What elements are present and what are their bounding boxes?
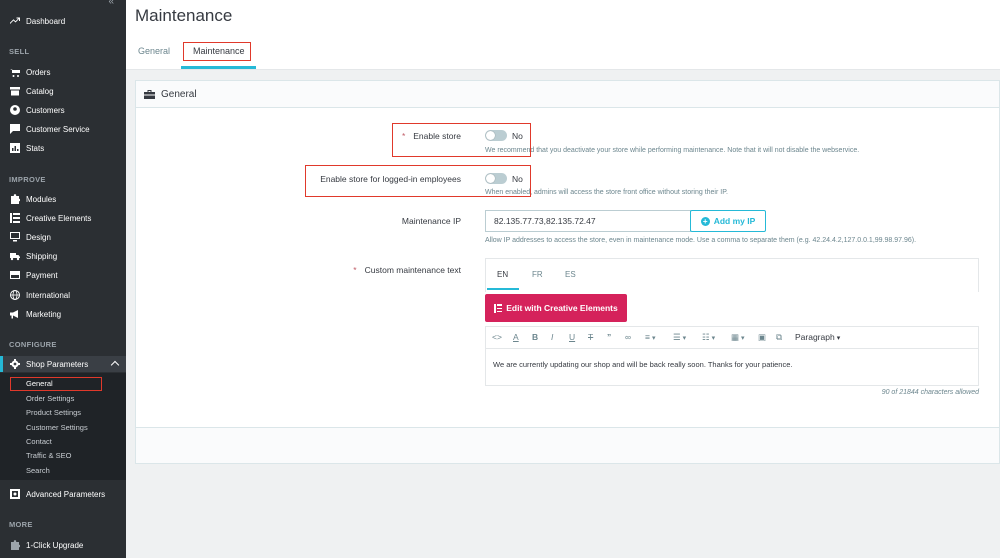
highlight-enable-employees: [305, 165, 531, 197]
highlight-enable-store: [392, 123, 531, 157]
align-icon[interactable]: ≡: [645, 332, 655, 342]
card-footer: [136, 427, 999, 463]
tab-general[interactable]: General: [138, 46, 170, 56]
language-tabs: [485, 258, 979, 292]
submenu-item-order-settings[interactable]: Order Settings: [26, 394, 74, 403]
trending-icon: [9, 16, 20, 27]
section-sell: SELL: [9, 47, 30, 56]
collapse-icon[interactable]: «: [108, 0, 114, 7]
section-improve: IMPROVE: [9, 175, 46, 184]
plus-circle-icon: +: [700, 216, 710, 226]
active-lang-indicator: [487, 288, 519, 290]
sidebar-item-marketing[interactable]: Marketing: [0, 306, 126, 322]
submenu-item-traffic-seo[interactable]: Traffic & SEO: [26, 451, 71, 460]
sidebar-item-one-click-upgrade[interactable]: 1-Click Upgrade: [0, 537, 126, 553]
store-icon: [9, 86, 20, 97]
text-color-icon[interactable]: A: [513, 332, 519, 342]
bullet-list-icon[interactable]: ☰: [673, 332, 686, 343]
sidebar: « Dashboard SELL Orders Catalog Customer…: [0, 0, 126, 558]
card-header: General: [136, 81, 999, 108]
sidebar-item-customer-service[interactable]: Customer Service: [0, 121, 126, 137]
puzzle-icon: [9, 194, 20, 205]
creative-elements-icon: [9, 213, 20, 224]
sidebar-item-dashboard[interactable]: Dashboard: [0, 13, 126, 29]
image-icon[interactable]: ▣: [758, 332, 766, 343]
account-icon: [9, 105, 20, 116]
creative-elements-icon: [494, 303, 503, 313]
table-icon[interactable]: ▦: [731, 332, 745, 343]
underline-icon[interactable]: U: [569, 332, 575, 342]
sidebar-item-modules[interactable]: Modules: [0, 191, 126, 207]
submenu-item-customer-settings[interactable]: Customer Settings: [26, 423, 88, 432]
cart-icon: [9, 67, 20, 78]
truck-icon: [9, 251, 20, 262]
italic-icon[interactable]: I: [551, 332, 553, 342]
enable-store-help: We recommend that you deactivate your st…: [485, 147, 860, 154]
gear-icon: [9, 359, 20, 370]
sidebar-item-shipping[interactable]: Shipping: [0, 248, 126, 264]
bold-icon[interactable]: B: [532, 332, 538, 342]
maintenance-ip-help: Allow IP addresses to access the store, …: [485, 237, 917, 244]
rich-text-editor[interactable]: <> A B I U T ” ∞ ≡ ☰ ☷ ▦ ▣ ⧉ Paragraph W…: [485, 326, 979, 386]
megaphone-icon: [9, 309, 20, 320]
sidebar-item-international[interactable]: International: [0, 287, 126, 303]
sidebar-item-stats[interactable]: Stats: [0, 140, 126, 156]
puzzle-icon: [9, 540, 20, 551]
source-code-icon[interactable]: <>: [492, 332, 502, 342]
blockquote-icon[interactable]: ”: [607, 332, 611, 342]
maintenance-ip-label: Maintenance IP: [401, 216, 461, 226]
highlight-maintenance-tab: [183, 42, 251, 61]
required-mark: *: [353, 265, 357, 275]
strikethrough-icon[interactable]: T: [588, 332, 593, 342]
edit-with-creative-elements-button[interactable]: Edit with Creative Elements: [485, 294, 627, 322]
media-icon[interactable]: ⧉: [776, 332, 782, 343]
lang-tab-en[interactable]: EN: [497, 270, 508, 279]
page-title: Maintenance: [135, 6, 233, 25]
submenu-item-contact[interactable]: Contact: [26, 437, 52, 446]
section-more: MORE: [9, 520, 33, 529]
highlight-general-submenu: [10, 377, 102, 391]
lang-tab-fr[interactable]: FR: [532, 270, 543, 279]
sidebar-item-advanced-parameters[interactable]: Advanced Parameters: [0, 486, 126, 502]
chevron-up-icon[interactable]: [110, 360, 120, 370]
card-title: General: [161, 89, 197, 100]
page-header: Maintenance General Maintenance: [126, 0, 1000, 70]
briefcase-icon: [144, 90, 155, 99]
sidebar-item-design[interactable]: Design: [0, 229, 126, 245]
lang-tab-es[interactable]: ES: [565, 270, 576, 279]
maintenance-ip-input[interactable]: 82.135.77.73,82.135.72.47: [485, 210, 691, 232]
editor-content[interactable]: We are currently updating our shop and w…: [493, 360, 792, 369]
sidebar-item-creative-elements[interactable]: Creative Elements: [0, 210, 126, 226]
chat-icon: [9, 124, 20, 135]
settings-box-icon: [9, 489, 20, 500]
paragraph-format-select[interactable]: Paragraph: [795, 332, 840, 342]
credit-card-icon: [9, 270, 20, 281]
char-count: 90 of 21844 characters allowed: [881, 389, 979, 396]
numbered-list-icon[interactable]: ☷: [702, 332, 715, 343]
sidebar-item-payment[interactable]: Payment: [0, 267, 126, 283]
section-configure: CONFIGURE: [9, 340, 57, 349]
link-icon[interactable]: ∞: [625, 332, 631, 342]
desktop-icon: [9, 232, 20, 243]
sidebar-item-customers[interactable]: Customers: [0, 102, 126, 118]
custom-text-label: * Custom maintenance text: [353, 265, 461, 275]
editor-toolbar: <> A B I U T ” ∞ ≡ ☰ ☷ ▦ ▣ ⧉ Paragraph: [486, 327, 978, 349]
chart-icon: [9, 143, 20, 154]
submenu-item-search[interactable]: Search: [26, 466, 50, 475]
add-my-ip-button[interactable]: + Add my IP: [690, 210, 766, 232]
sidebar-item-orders[interactable]: Orders: [0, 64, 126, 80]
active-tab-indicator: [181, 66, 256, 69]
sidebar-item-catalog[interactable]: Catalog: [0, 83, 126, 99]
sidebar-item-shop-parameters[interactable]: Shop Parameters: [0, 356, 126, 372]
globe-icon: [9, 290, 20, 301]
submenu-item-product-settings[interactable]: Product Settings: [26, 408, 81, 417]
